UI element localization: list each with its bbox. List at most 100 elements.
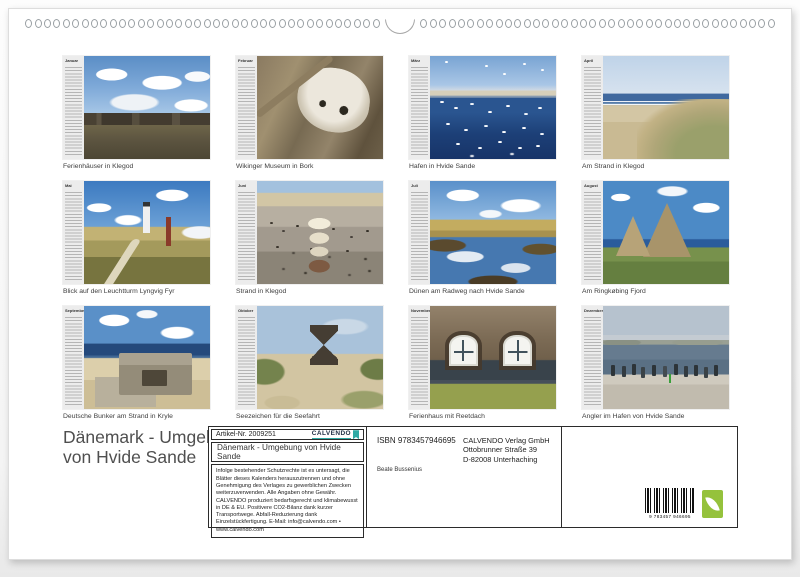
day-lines xyxy=(584,190,601,282)
mini-calendar-strip: Juli xyxy=(409,181,430,284)
mini-calendar-page: Oktober xyxy=(236,306,383,409)
binding-ring xyxy=(561,19,568,28)
month-label: März xyxy=(409,56,430,63)
binding-ring xyxy=(157,19,164,28)
month-label: August xyxy=(582,181,603,188)
binding-ring xyxy=(251,19,258,28)
spiral-binding xyxy=(9,19,791,37)
binding-ring xyxy=(335,19,342,28)
ean-barcode xyxy=(645,488,695,513)
day-lines xyxy=(411,65,428,157)
isbn: ISBN 9783457946695 xyxy=(377,436,456,445)
binding-ring xyxy=(496,19,503,28)
month-photo xyxy=(603,56,729,159)
binding-ring xyxy=(655,19,662,28)
month-tile-januar: Januar Ferienhäuser in Klegod xyxy=(63,56,210,171)
binding-ring xyxy=(505,19,512,28)
mini-calendar-strip: August xyxy=(582,181,603,284)
barcode-digits: 9 783457 946695 xyxy=(645,514,695,519)
binding-ring xyxy=(712,19,719,28)
binding-ring xyxy=(63,19,70,28)
binding-ring xyxy=(758,19,765,28)
binding-ring xyxy=(279,19,286,28)
binding-ring xyxy=(683,19,690,28)
month-tile-märz: März Hafen in Hvide Sande xyxy=(409,56,556,171)
binding-ring xyxy=(316,19,323,28)
publisher-line2: Ottobrunner Straße 39 xyxy=(463,445,550,454)
binding-ring xyxy=(72,19,79,28)
photo-caption: Am Strand in Klegod xyxy=(582,163,729,170)
info-left-column: Artikel-Nr. 2009251 CALVENDO Dänemark - … xyxy=(209,427,367,527)
binding-ring xyxy=(354,19,361,28)
binding-ring xyxy=(730,19,737,28)
mini-calendar-strip: April xyxy=(582,56,603,159)
binding-ring xyxy=(740,19,747,28)
binding-ring xyxy=(373,19,380,28)
day-lines xyxy=(411,190,428,282)
info-right-column: 9 783457 946695 xyxy=(562,427,737,527)
photo-caption: Ferienhaus mit Reetdach xyxy=(409,413,556,420)
binding-ring xyxy=(420,19,427,28)
photo-caption: Dünen am Radweg nach Hvide Sande xyxy=(409,288,556,295)
mini-calendar-page: April xyxy=(582,56,729,159)
mini-calendar-page: März xyxy=(409,56,556,159)
binding-ring xyxy=(514,19,521,28)
binding-ring xyxy=(749,19,756,28)
binding-ring xyxy=(307,19,314,28)
publisher-line3: D-82008 Unterhaching xyxy=(463,455,550,464)
binding-ring xyxy=(260,19,267,28)
binding-ring xyxy=(636,19,643,28)
month-label: Januar xyxy=(63,56,84,63)
binding-ring xyxy=(128,19,135,28)
binding-ring xyxy=(439,19,446,28)
month-tile-mai: Mai Blick auf den Leuchtturm Lyngvig Fyr xyxy=(63,181,210,296)
binding-ring xyxy=(288,19,295,28)
binding-ring xyxy=(486,19,493,28)
month-tile-juli: Juli Dünen am Radweg nach Hvide Sande xyxy=(409,181,556,296)
mini-calendar-strip: November xyxy=(409,306,430,409)
binding-ring xyxy=(35,19,42,28)
binding-ring xyxy=(110,19,117,28)
mini-calendar-page: August xyxy=(582,181,729,284)
binding-ring xyxy=(589,19,596,28)
month-photo xyxy=(430,181,556,284)
month-tile-november: November Ferienhaus mit Reetdach xyxy=(409,306,556,421)
leaf-icon xyxy=(705,495,720,513)
month-label: Februar xyxy=(236,56,257,63)
month-tile-oktober: Oktober Seezeichen für die Seefahrt xyxy=(236,306,383,421)
month-label: Juni xyxy=(236,181,257,188)
binding-ring xyxy=(194,19,201,28)
month-tile-september: September Deutsche Bunker am Strand in K… xyxy=(63,306,210,421)
day-lines xyxy=(584,315,601,407)
binding-ring xyxy=(166,19,173,28)
month-photo xyxy=(257,306,383,409)
binding-ring xyxy=(477,19,484,28)
month-tile-juni: Juni Strand in Klegod xyxy=(236,181,383,296)
photo-caption: Ferienhäuser in Klegod xyxy=(63,163,210,170)
binding-ring xyxy=(222,19,229,28)
binding-ring xyxy=(524,19,531,28)
eco-leaf-logo xyxy=(702,490,723,518)
binding-ring xyxy=(44,19,51,28)
publisher-address: CALVENDO Verlag GmbH Ottobrunner Straße … xyxy=(463,436,550,464)
mini-calendar-strip: Januar xyxy=(63,56,84,159)
barcode-block: 9 783457 946695 xyxy=(645,488,695,519)
binding-ring xyxy=(552,19,559,28)
month-photo xyxy=(430,56,556,159)
mini-calendar-strip: September xyxy=(63,306,84,409)
mini-calendar-page: November xyxy=(409,306,556,409)
month-label: April xyxy=(582,56,603,63)
binding-ring xyxy=(82,19,89,28)
binding-ring xyxy=(119,19,126,28)
binding-ring xyxy=(91,19,98,28)
month-photo xyxy=(257,181,383,284)
binding-ring xyxy=(326,19,333,28)
month-photo xyxy=(430,306,556,409)
month-label: Oktober xyxy=(236,306,257,313)
month-label: Mai xyxy=(63,181,84,188)
month-label: September xyxy=(63,306,84,313)
article-number-box: Artikel-Nr. 2009251 CALVENDO xyxy=(211,429,364,440)
publisher-line1: CALVENDO Verlag GmbH xyxy=(463,436,550,445)
month-label: Juli xyxy=(409,181,430,188)
binding-ring xyxy=(646,19,653,28)
